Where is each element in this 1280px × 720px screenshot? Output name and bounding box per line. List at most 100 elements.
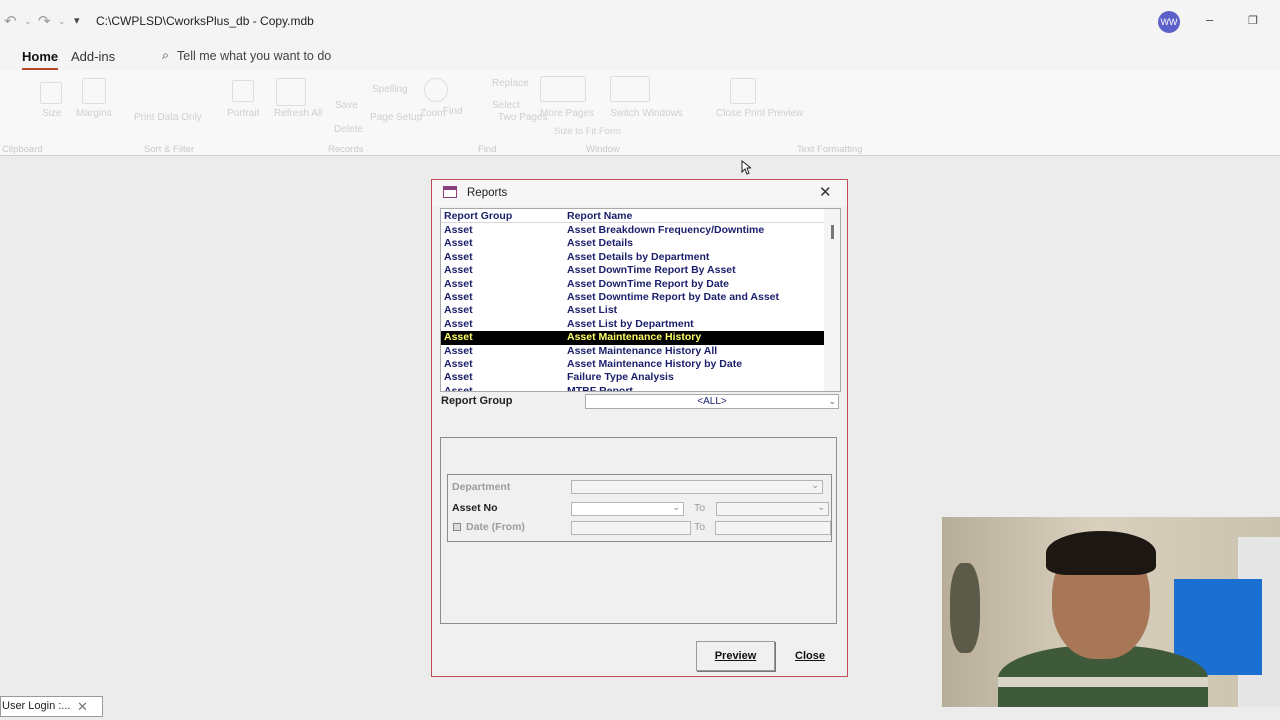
ribbon-item-close-print-preview: Close Print Preview (716, 108, 804, 119)
list-item[interactable]: Asset Asset DownTime Report By Asset (441, 264, 825, 277)
list-item[interactable]: Asset Asset Maintenance History (441, 331, 825, 345)
asset-to-label: To (694, 502, 706, 514)
report-group-combo[interactable]: <ALL> ⌄ (585, 394, 839, 409)
column-header-report-name: Report Name (567, 210, 633, 222)
date-to-field[interactable] (715, 521, 831, 535)
report-icon (443, 186, 457, 198)
group-find: Find (478, 144, 497, 155)
list-header: Report Group Report Name (441, 210, 825, 224)
tab-add-ins[interactable]: Add-ins (71, 49, 115, 64)
ribbon-item-page-setup: Page Setup (370, 112, 423, 123)
list-scrollbar[interactable] (824, 209, 840, 391)
list-item[interactable]: Asset MTBF Report (441, 384, 825, 392)
ribbon-item-more-pages: More Pages (540, 108, 594, 119)
undo-icon[interactable]: ↶ (4, 12, 17, 30)
list-item[interactable]: Asset Failure Type Analysis (441, 371, 825, 384)
close-button[interactable]: Close (779, 641, 841, 671)
group-window: Window (586, 144, 620, 155)
margins-icon (82, 78, 106, 104)
close-preview-icon (730, 78, 756, 104)
asset-no-label: Asset No (452, 502, 498, 514)
scrollbar-thumb[interactable] (831, 225, 834, 239)
chevron-down-icon[interactable]: ⌄ (672, 502, 680, 513)
report-name-cell: Asset DownTime Report By Asset (567, 264, 736, 277)
list-item[interactable]: Asset Asset Details (441, 237, 825, 250)
report-group-cell: Asset (444, 224, 473, 236)
webcam-plant (950, 563, 980, 653)
ribbon-item-size-to-fit: Size to Fit Form (554, 126, 622, 137)
ribbon-item-select: Select (492, 100, 520, 111)
date-from-label: Date (From) (466, 521, 525, 533)
ribbon-item-save: Save (335, 100, 358, 111)
list-item[interactable]: Asset Asset List (441, 304, 825, 317)
report-group-cell: Asset (444, 371, 473, 384)
switch-windows-icon (610, 76, 650, 102)
ribbon-item-print-data-only: Print Data Only (134, 112, 202, 123)
report-name-cell: Asset Maintenance History by Date (567, 358, 743, 370)
chevron-down-icon[interactable]: ⌄ (828, 395, 836, 408)
close-icon[interactable]: ✕ (77, 697, 88, 716)
list-item[interactable]: Asset Asset DownTime Report by Date (441, 278, 825, 291)
tab-home[interactable]: Home (22, 49, 59, 70)
report-group-cell: Asset (444, 317, 473, 330)
window-title: C:\CWPLSD\CworksPlus_db - Copy.mdb (96, 14, 314, 28)
group-records: Records (328, 144, 364, 155)
ribbon-item-spelling: Spelling (372, 84, 408, 95)
report-name-cell: Asset Breakdown Frequency/Downtime (567, 224, 765, 236)
report-name-cell: MTBF Report (567, 384, 633, 392)
minimize-icon[interactable]: – (1206, 12, 1213, 27)
restore-icon[interactable]: ❐ (1248, 14, 1258, 27)
list-item[interactable]: Asset Asset Maintenance History by Date (441, 358, 825, 371)
size-icon (40, 82, 62, 104)
list-item[interactable]: Asset Asset Maintenance History All (441, 345, 825, 358)
user-avatar[interactable]: WW (1158, 11, 1180, 33)
preview-button[interactable]: Preview (696, 641, 775, 671)
search-icon: ⌕ (162, 48, 170, 62)
redo-dropdown-icon[interactable]: ⌄ (58, 16, 66, 27)
report-group-cell: Asset (444, 384, 473, 392)
tell-me-search[interactable]: ⌕ Tell me what you want to do (162, 48, 331, 63)
group-sort-filter: Sort & Filter (144, 144, 195, 155)
report-name-cell: Asset Details by Department (567, 250, 710, 263)
list-item[interactable]: Asset Asset Breakdown Frequency/Downtime (441, 224, 825, 237)
dialog-title: Reports (467, 187, 508, 199)
report-group-cell: Asset (444, 277, 473, 290)
department-combo[interactable]: ⌄ (571, 480, 823, 494)
ribbon-item-margins: Margins (76, 108, 112, 119)
dialog-close-icon[interactable]: ✕ (819, 183, 832, 201)
redo-icon[interactable]: ↷ (38, 12, 51, 30)
portrait-icon (232, 80, 254, 102)
date-from-field[interactable] (571, 521, 691, 535)
chevron-down-icon[interactable]: ⌄ (817, 502, 825, 513)
ribbon-item-find: Find (443, 106, 463, 117)
ribbon-item-portrait: Portrait (227, 108, 260, 119)
customize-quick-access-icon[interactable]: ▾ (74, 14, 80, 27)
list-item[interactable]: Asset Asset Downtime Report by Date and A… (441, 291, 825, 304)
ribbon-item-replace: Replace (492, 78, 529, 89)
ribbon-item-zoom: Zoom (420, 108, 446, 119)
undo-dropdown-icon[interactable]: ⌄ (24, 16, 32, 27)
list-item[interactable]: Asset Asset Details by Department (441, 251, 825, 264)
reports-listbox[interactable]: Report Group Report Name Asset Asset Brea… (440, 208, 841, 392)
date-checkbox[interactable] (453, 523, 461, 531)
report-group-cell: Asset (444, 237, 473, 250)
title-bar: ↶ ⌄ ↷ ⌄ ▾ C:\CWPLSD\CworksPlus_db - Copy… (0, 0, 1280, 42)
group-text-formatting: Text Formatting (797, 144, 863, 155)
column-header-report-group: Report Group (444, 210, 513, 222)
list-item[interactable]: Asset Asset List by Department (441, 318, 825, 331)
report-name-cell: Asset Downtime Report by Date and Asset (567, 291, 779, 303)
report-group-cell: Asset (444, 344, 473, 357)
department-label: Department (452, 481, 511, 493)
webcam-overlay (942, 517, 1280, 707)
report-name-cell: Asset List (567, 304, 618, 317)
report-group-label: Report Group (441, 395, 513, 407)
date-to-label: To (694, 521, 706, 533)
webcam-person-hair (1046, 531, 1156, 575)
report-group-cell: Asset (444, 358, 473, 370)
reports-dialog: Reports ✕ Report Group Report Name Asset… (431, 179, 848, 677)
asset-no-from-combo[interactable]: ⌄ (571, 502, 684, 516)
ribbon-tabs: Home Add-ins ⌕ Tell me what you want to … (0, 42, 1280, 70)
chevron-down-icon[interactable]: ⌄ (811, 480, 819, 491)
report-group-cell: Asset (444, 291, 473, 303)
asset-no-to-combo[interactable]: ⌄ (716, 502, 829, 516)
